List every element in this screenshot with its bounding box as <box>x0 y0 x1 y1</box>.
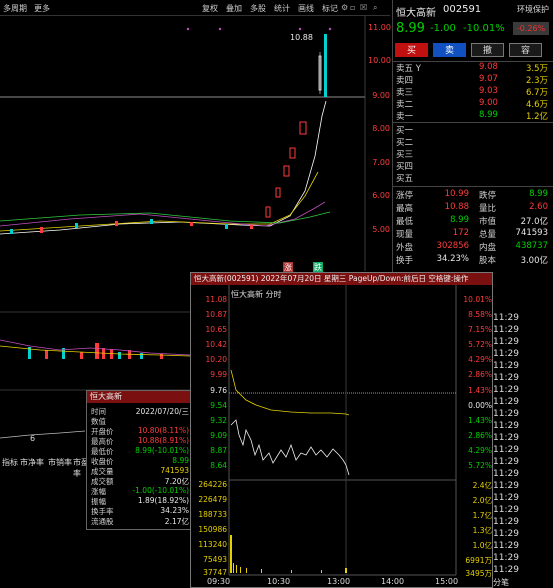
kline-chart[interactable]: 10.88 11.00 10.00 9.00 8.00 7.00 6.00 5.… <box>0 16 391 284</box>
time-tick: 10:30 <box>267 577 291 586</box>
stat-row: 现量 172 总量 741593 <box>396 228 548 240</box>
search-icon[interactable]: ⌕ <box>373 3 377 13</box>
stock-code: 002591 <box>443 4 482 15</box>
stock-name: 恒大高新 <box>396 8 436 19</box>
kline-svg <box>0 16 366 284</box>
yaxis-label: 10.00 <box>368 56 391 65</box>
volume-bars <box>28 343 163 359</box>
intraday-title: 恒大高新(002591) 2022年07月20日 星期三 PageUp/Down… <box>191 273 492 285</box>
order-buy-5: 买五 <box>396 174 414 184</box>
time-tick: 13:00 <box>327 577 351 586</box>
toolbar-draw[interactable]: 画线 <box>298 3 314 14</box>
sell-button[interactable]: 卖 <box>433 43 466 57</box>
sub-axis-label: 6 <box>30 434 36 443</box>
buy-button[interactable]: 买 <box>395 43 428 57</box>
bottom-tabs: 指标 市净率 市销率 市盈率 <box>0 457 90 478</box>
toolbar-overlay[interactable]: 叠加 <box>226 3 242 14</box>
stat-row: 最低 8.99 市值 27.0亿 <box>396 215 548 227</box>
time-tick: 14:00 <box>381 577 405 586</box>
yaxis-label: 11.00 <box>368 23 391 32</box>
order-sell-2: 卖二 9.00 4.6万 <box>396 98 548 110</box>
time-tick: 15:00 <box>435 577 459 586</box>
tick-time-list[interactable]: 11:29 11:29 11:29 11:29 11:29 11:29 11:2… <box>493 313 553 588</box>
price-change-pct: -10.01% <box>463 23 505 34</box>
stat-row: 涨停 10.99 跌停 8.99 <box>396 189 548 201</box>
order-sell-4: 卖四 9.07 2.3万 <box>396 74 548 86</box>
high-label: 10.88 <box>290 33 313 42</box>
tab-more[interactable]: 更多 <box>34 3 50 14</box>
toolbar-multi-stock[interactable]: 多股 <box>250 3 266 14</box>
candles <box>265 34 327 218</box>
tooltip-title: 恒大高新 <box>87 391 191 403</box>
sector-change-badge: -0.26% <box>513 22 549 35</box>
toolbar-stats[interactable]: 统计 <box>274 3 290 14</box>
yaxis-label: 9.00 <box>372 91 390 100</box>
close-icon[interactable]: ☒ <box>360 3 367 12</box>
order-buy-3: 买三 <box>396 150 414 160</box>
quote-panel: 恒大高新 002591 环境保护 8.99 -1.00 -10.01% -0.2… <box>392 0 553 300</box>
grid-icon[interactable]: ▫ <box>350 3 355 12</box>
current-price: 8.99 <box>396 21 425 36</box>
order-buy-2: 买二 <box>396 138 414 148</box>
time-tick: 09:30 <box>207 577 231 586</box>
order-sell-5: 卖五 Y 9.08 3.5万 <box>396 62 548 74</box>
tab-indicator[interactable]: 指标 <box>2 457 18 468</box>
order-buy-4: 买四 <box>396 162 414 172</box>
toolbar-mark[interactable]: 标记 <box>322 3 338 14</box>
toolbar-adjust[interactable]: 复权 <box>202 3 218 14</box>
yaxis-label: 6.00 <box>372 191 390 200</box>
tab-multi-period[interactable]: 多周期 <box>3 3 27 14</box>
top-toolbar: 多周期 更多 复权 叠加 多股 统计 画线 标记 ⚙ ▫ ☒ ⌕ <box>0 0 390 16</box>
stat-row: 换手 34.23% 股本 3.00亿 <box>396 254 548 266</box>
stat-row: 外盘 302856 内盘 438737 <box>396 241 548 253</box>
cancel-button[interactable]: 撤 <box>471 43 504 57</box>
tab-ps[interactable]: 市销率 <box>48 457 72 468</box>
intraday-svg <box>228 285 457 576</box>
data-tooltip: 恒大高新 时间 2022/07/20/三 数值 开盘价 10.80(8.11%) 最… <box>86 390 192 530</box>
intraday-window[interactable]: 恒大高新(002591) 2022年07月20日 星期三 PageUp/Down… <box>190 272 493 588</box>
stat-row: 最高 10.88 量比 2.60 <box>396 202 548 214</box>
order-sell-1: 卖一 8.99 1.2亿 <box>396 110 548 122</box>
yaxis-label: 5.00 <box>372 225 390 234</box>
tab-pb[interactable]: 市净率 <box>20 457 44 468</box>
order-buy-1: 买一 <box>396 126 414 136</box>
order-sell-3: 卖三 9.03 6.7万 <box>396 86 548 98</box>
tab-sector[interactable]: 环境保护 <box>517 4 549 15</box>
gear-icon[interactable]: ⚙ <box>341 3 348 12</box>
yaxis-label: 7.00 <box>372 158 390 167</box>
yaxis-label: 8.00 <box>372 124 390 133</box>
capacity-button[interactable]: 容 <box>509 43 542 57</box>
price-change: -1.00 <box>430 23 456 34</box>
tab-tick-detail[interactable]: 分笔 <box>493 577 553 588</box>
